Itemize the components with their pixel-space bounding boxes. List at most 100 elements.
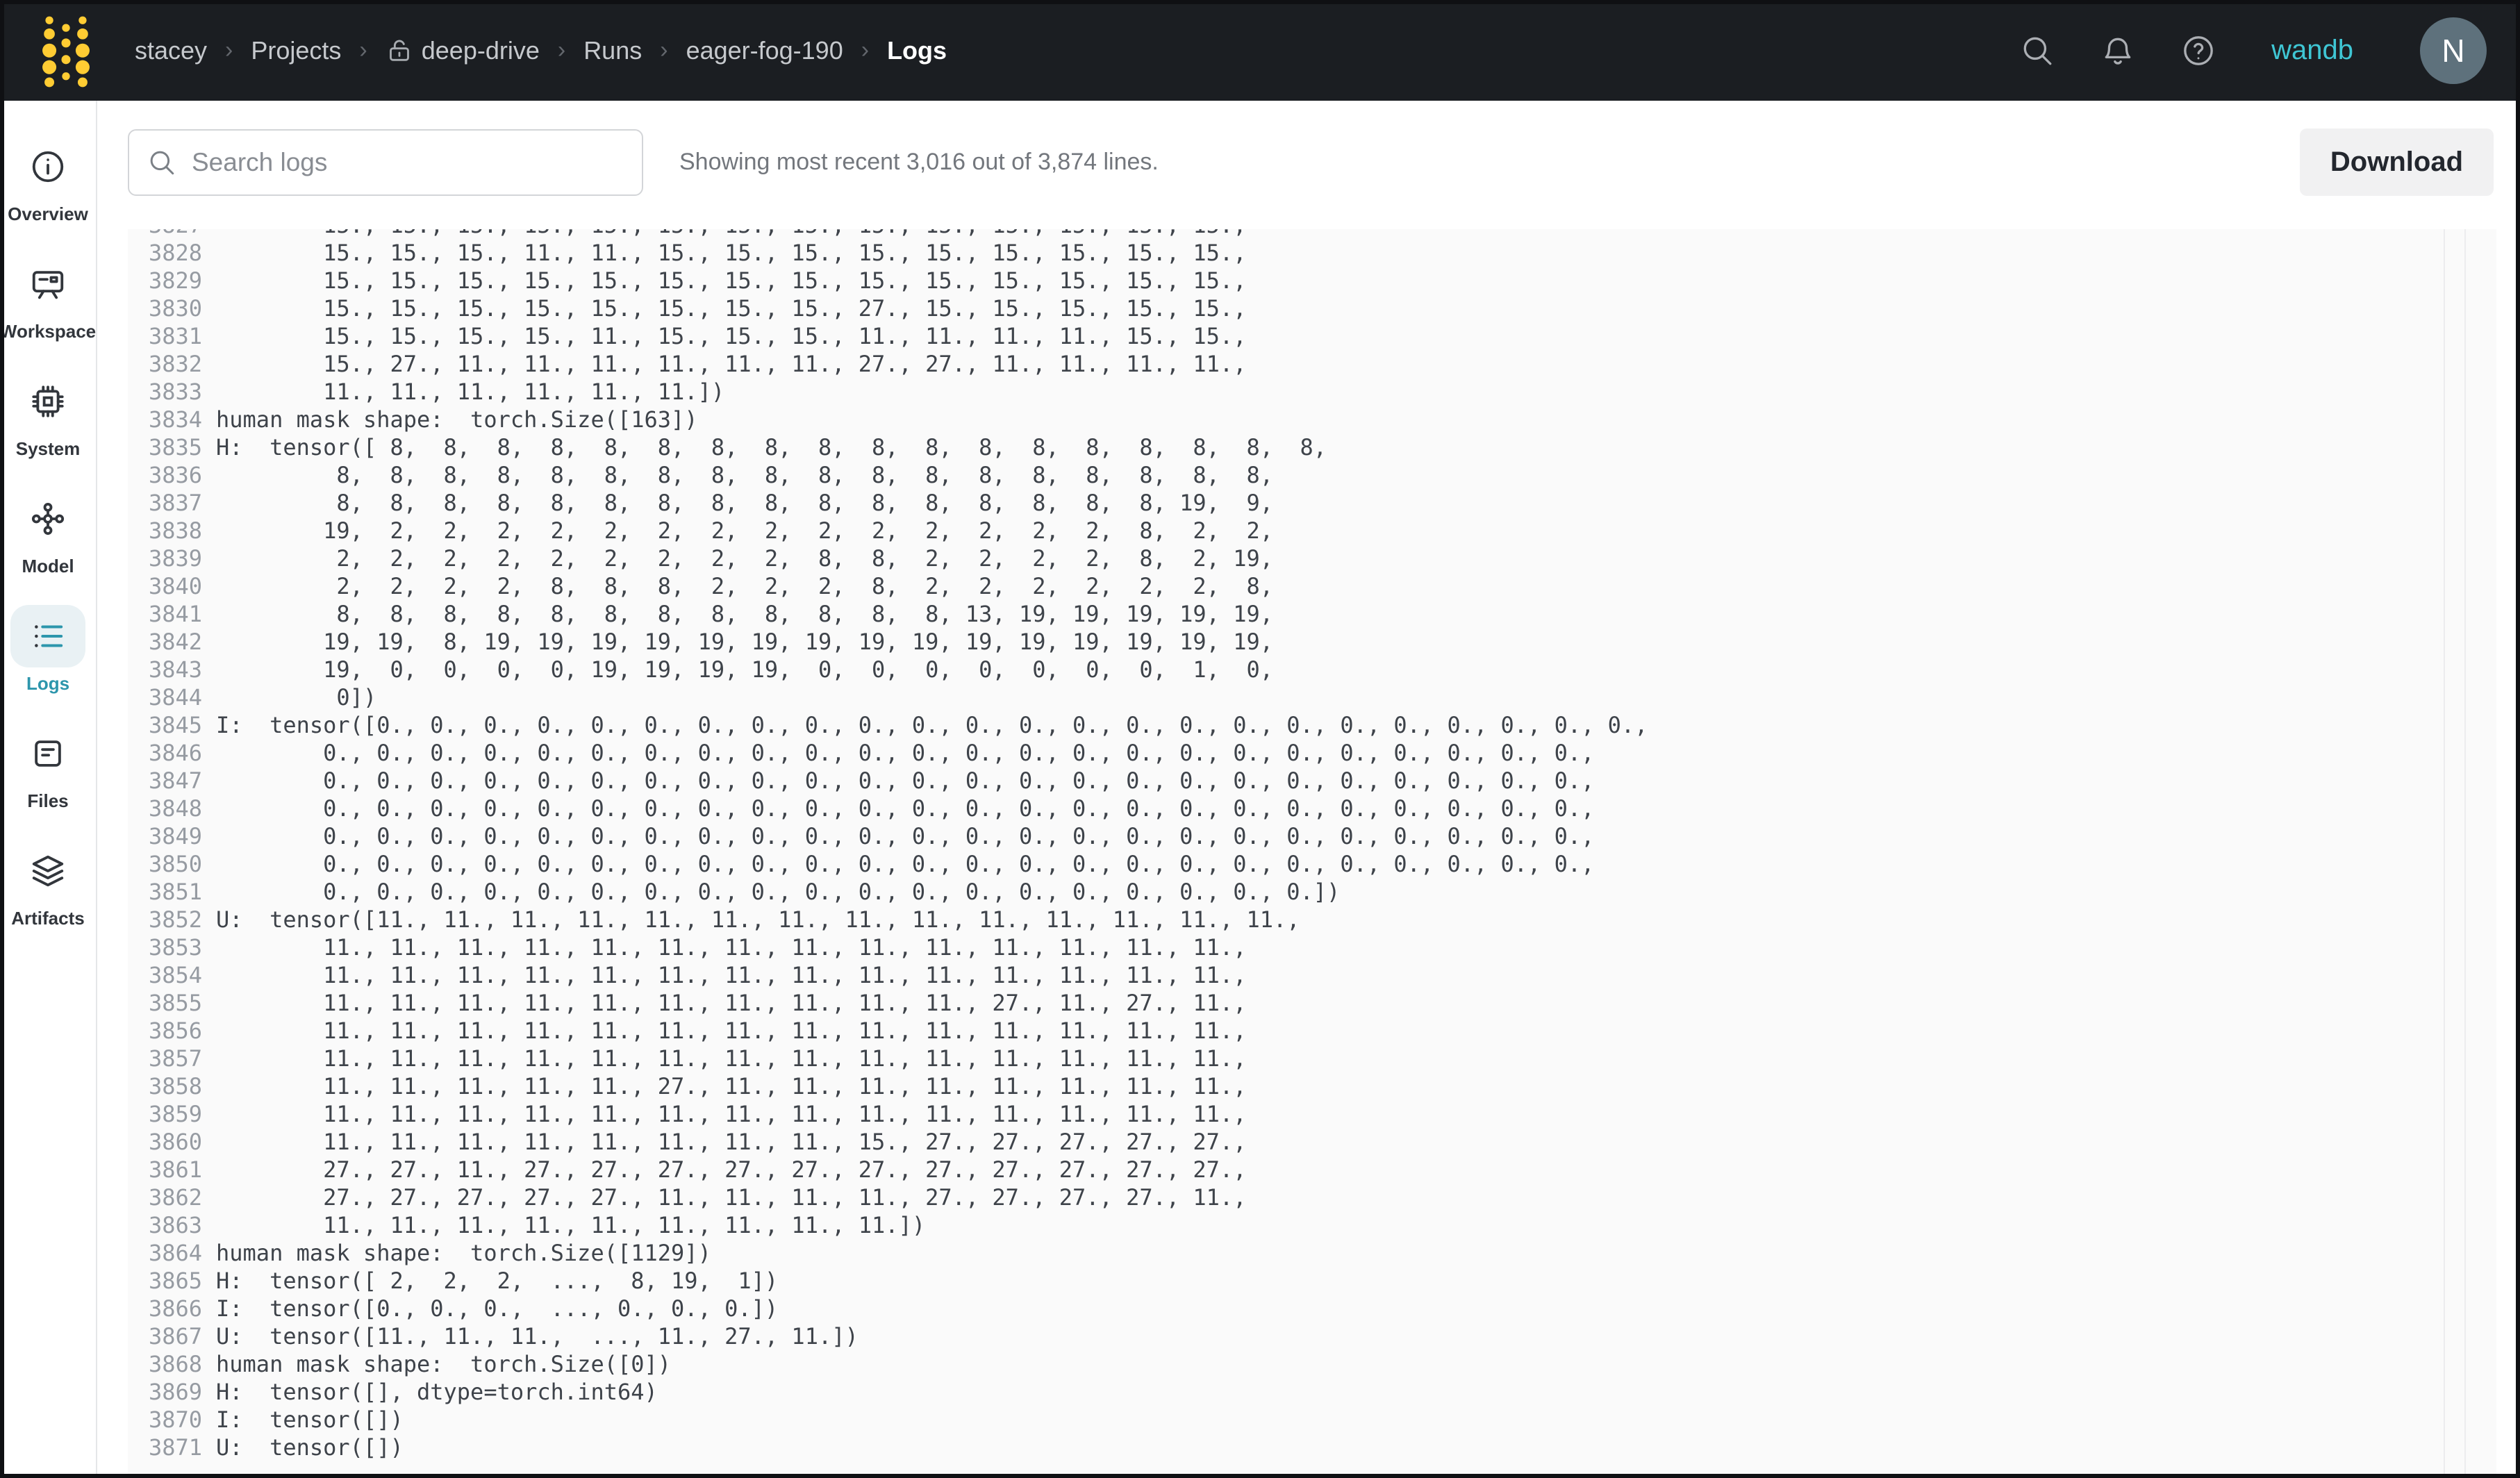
top-navbar: stacey › Projects › deep-drive › Runs › … — [0, 0, 2520, 101]
line-text: 19, 19, 8, 19, 19, 19, 19, 19, 19, 19, 1… — [216, 628, 1273, 656]
line-number: 3867 — [149, 1322, 203, 1350]
line-text: 19, 0, 0, 0, 0, 19, 19, 19, 19, 0, 0, 0,… — [216, 656, 1273, 683]
wandb-logo-icon[interactable] — [40, 25, 92, 76]
line-text: 0., 0., 0., 0., 0., 0., 0., 0., 0., 0., … — [216, 878, 1340, 906]
line-number: 3845 — [149, 711, 203, 739]
line-number: 3864 — [149, 1239, 203, 1267]
breadcrumb-separator: › — [660, 37, 668, 64]
log-line: 3868 human mask shape: torch.Size([0]) — [149, 1350, 2469, 1378]
sidebar-item-label: System — [16, 438, 81, 460]
line-text: 0., 0., 0., 0., 0., 0., 0., 0., 0., 0., … — [216, 739, 1594, 767]
line-text: 15., 15., 15., 15., 15., 15., 15., 15., … — [216, 229, 1246, 239]
sidebar-item-workspace[interactable]: Workspace — [0, 253, 96, 342]
breadcrumb: stacey › Projects › deep-drive › Runs › … — [135, 36, 947, 65]
line-text: human mask shape: torch.Size([0]) — [216, 1350, 671, 1378]
line-number: 3846 — [149, 739, 203, 767]
sidebar-item-system[interactable]: System — [10, 370, 85, 460]
sidebar-item-model[interactable]: Model — [10, 488, 85, 577]
breadcrumb-page: Logs — [887, 36, 947, 65]
log-line: 3832 15., 27., 11., 11., 11., 11., 11., … — [149, 350, 2469, 378]
log-line: 3862 27., 27., 27., 27., 27., 11., 11., … — [149, 1184, 2469, 1211]
log-line: 3861 27., 27., 11., 27., 27., 27., 27., … — [149, 1156, 2469, 1184]
log-line: 3833 11., 11., 11., 11., 11., 11.]) — [149, 378, 2469, 406]
log-line: 3844 0]) — [149, 683, 2469, 711]
bell-icon[interactable] — [2100, 33, 2135, 68]
download-button[interactable]: Download — [2300, 128, 2494, 196]
line-text: 15., 27., 11., 11., 11., 11., 11., 11., … — [216, 350, 1246, 378]
help-icon[interactable] — [2181, 33, 2216, 68]
breadcrumb-run[interactable]: eager-fog-190 — [686, 36, 843, 65]
line-number: 3857 — [149, 1045, 203, 1072]
breadcrumb-project[interactable]: deep-drive — [386, 36, 540, 65]
logs-list-icon — [29, 617, 67, 655]
log-line: 3866 I: tensor([0., 0., 0., ..., 0., 0.,… — [149, 1295, 2469, 1322]
line-text: U: tensor([11., 11., 11., ..., 11., 27.,… — [216, 1322, 859, 1350]
line-text: 15., 15., 15., 15., 15., 15., 15., 15., … — [216, 294, 1246, 322]
line-text: H: tensor([ 8, 8, 8, 8, 8, 8, 8, 8, 8, 8… — [216, 433, 1327, 461]
log-search[interactable] — [128, 129, 643, 196]
line-text: 8, 8, 8, 8, 8, 8, 8, 8, 8, 8, 8, 8, 13, … — [216, 600, 1273, 628]
line-number: 3870 — [149, 1406, 203, 1434]
sidebar-item-overview[interactable]: Overview — [8, 135, 88, 225]
line-number: 3871 — [149, 1434, 203, 1461]
sidebar-item-artifacts[interactable]: Artifacts — [10, 840, 85, 929]
line-text: 19, 2, 2, 2, 2, 2, 2, 2, 2, 2, 2, 2, 2, … — [216, 517, 1273, 545]
line-number: 3852 — [149, 906, 203, 933]
log-line: 3857 11., 11., 11., 11., 11., 11., 11., … — [149, 1045, 2469, 1072]
wandb-app-window: stacey › Projects › deep-drive › Runs › … — [0, 0, 2520, 1478]
line-number: 3834 — [149, 406, 203, 433]
org-link[interactable]: wandb — [2271, 35, 2353, 66]
line-number: 3868 — [149, 1350, 203, 1378]
line-number: 3866 — [149, 1295, 203, 1322]
line-text: 2, 2, 2, 2, 2, 2, 2, 2, 2, 8, 8, 2, 2, 2… — [216, 545, 1273, 572]
layers-icon — [29, 852, 67, 890]
line-number: 3860 — [149, 1128, 203, 1156]
log-line: 3849 0., 0., 0., 0., 0., 0., 0., 0., 0.,… — [149, 822, 2469, 850]
log-line: 3852 U: tensor([11., 11., 11., 11., 11.,… — [149, 906, 2469, 933]
line-number: 3832 — [149, 350, 203, 378]
sidebar-item-label: Logs — [26, 673, 69, 695]
cpu-icon — [29, 383, 67, 420]
line-number: 3841 — [149, 600, 203, 628]
sidebar-item-files[interactable]: Files — [10, 722, 85, 812]
sidebar-item-label: Model — [22, 556, 74, 577]
line-text: 0., 0., 0., 0., 0., 0., 0., 0., 0., 0., … — [216, 850, 1594, 878]
logs-page: Showing most recent 3,016 out of 3,874 l… — [97, 101, 2520, 1478]
line-number: 3828 — [149, 239, 203, 267]
search-input[interactable] — [190, 147, 624, 178]
log-line: 3871 U: tensor([]) — [149, 1434, 2469, 1461]
sidebar-item-logs[interactable]: Logs — [10, 605, 85, 695]
line-text: 15., 15., 15., 15., 15., 15., 15., 15., … — [216, 267, 1246, 294]
avatar[interactable]: N — [2420, 17, 2487, 84]
line-text: 15., 15., 15., 15., 11., 15., 15., 15., … — [216, 322, 1246, 350]
log-line: 3869 H: tensor([], dtype=torch.int64) — [149, 1378, 2469, 1406]
log-line: 3829 15., 15., 15., 15., 15., 15., 15., … — [149, 267, 2469, 294]
line-number: 3837 — [149, 489, 203, 517]
log-panel[interactable]: 3827 15., 15., 15., 15., 15., 15., 15., … — [128, 229, 2496, 1478]
breadcrumb-user[interactable]: stacey — [135, 36, 207, 65]
log-line: 3838 19, 2, 2, 2, 2, 2, 2, 2, 2, 2, 2, 2… — [149, 517, 2469, 545]
model-graph-icon — [29, 500, 67, 538]
breadcrumb-separator: › — [558, 37, 565, 64]
sidebar-item-label: Artifacts — [11, 908, 84, 929]
line-number: 3835 — [149, 433, 203, 461]
line-number: 3855 — [149, 989, 203, 1017]
log-count-status: Showing most recent 3,016 out of 3,874 l… — [679, 149, 1159, 176]
breadcrumb-projects[interactable]: Projects — [251, 36, 341, 65]
lock-open-icon — [386, 37, 413, 65]
line-text: human mask shape: torch.Size([163]) — [216, 406, 698, 433]
log-line: 3867 U: tensor([11., 11., 11., ..., 11.,… — [149, 1322, 2469, 1350]
log-line: 3855 11., 11., 11., 11., 11., 11., 11., … — [149, 989, 2469, 1017]
navbar-actions: wandb N — [2020, 17, 2487, 84]
log-line: 3834 human mask shape: torch.Size([163]) — [149, 406, 2469, 433]
line-number: 3850 — [149, 850, 203, 878]
search-icon — [147, 148, 176, 177]
line-text: 15., 15., 15., 11., 11., 15., 15., 15., … — [216, 239, 1246, 267]
line-text: 8, 8, 8, 8, 8, 8, 8, 8, 8, 8, 8, 8, 8, 8… — [216, 489, 1273, 517]
line-text: H: tensor([], dtype=torch.int64) — [216, 1378, 658, 1406]
line-number: 3854 — [149, 961, 203, 989]
search-icon[interactable] — [2020, 33, 2055, 68]
line-number: 3851 — [149, 878, 203, 906]
log-line: 3850 0., 0., 0., 0., 0., 0., 0., 0., 0.,… — [149, 850, 2469, 878]
breadcrumb-runs[interactable]: Runs — [583, 36, 642, 65]
